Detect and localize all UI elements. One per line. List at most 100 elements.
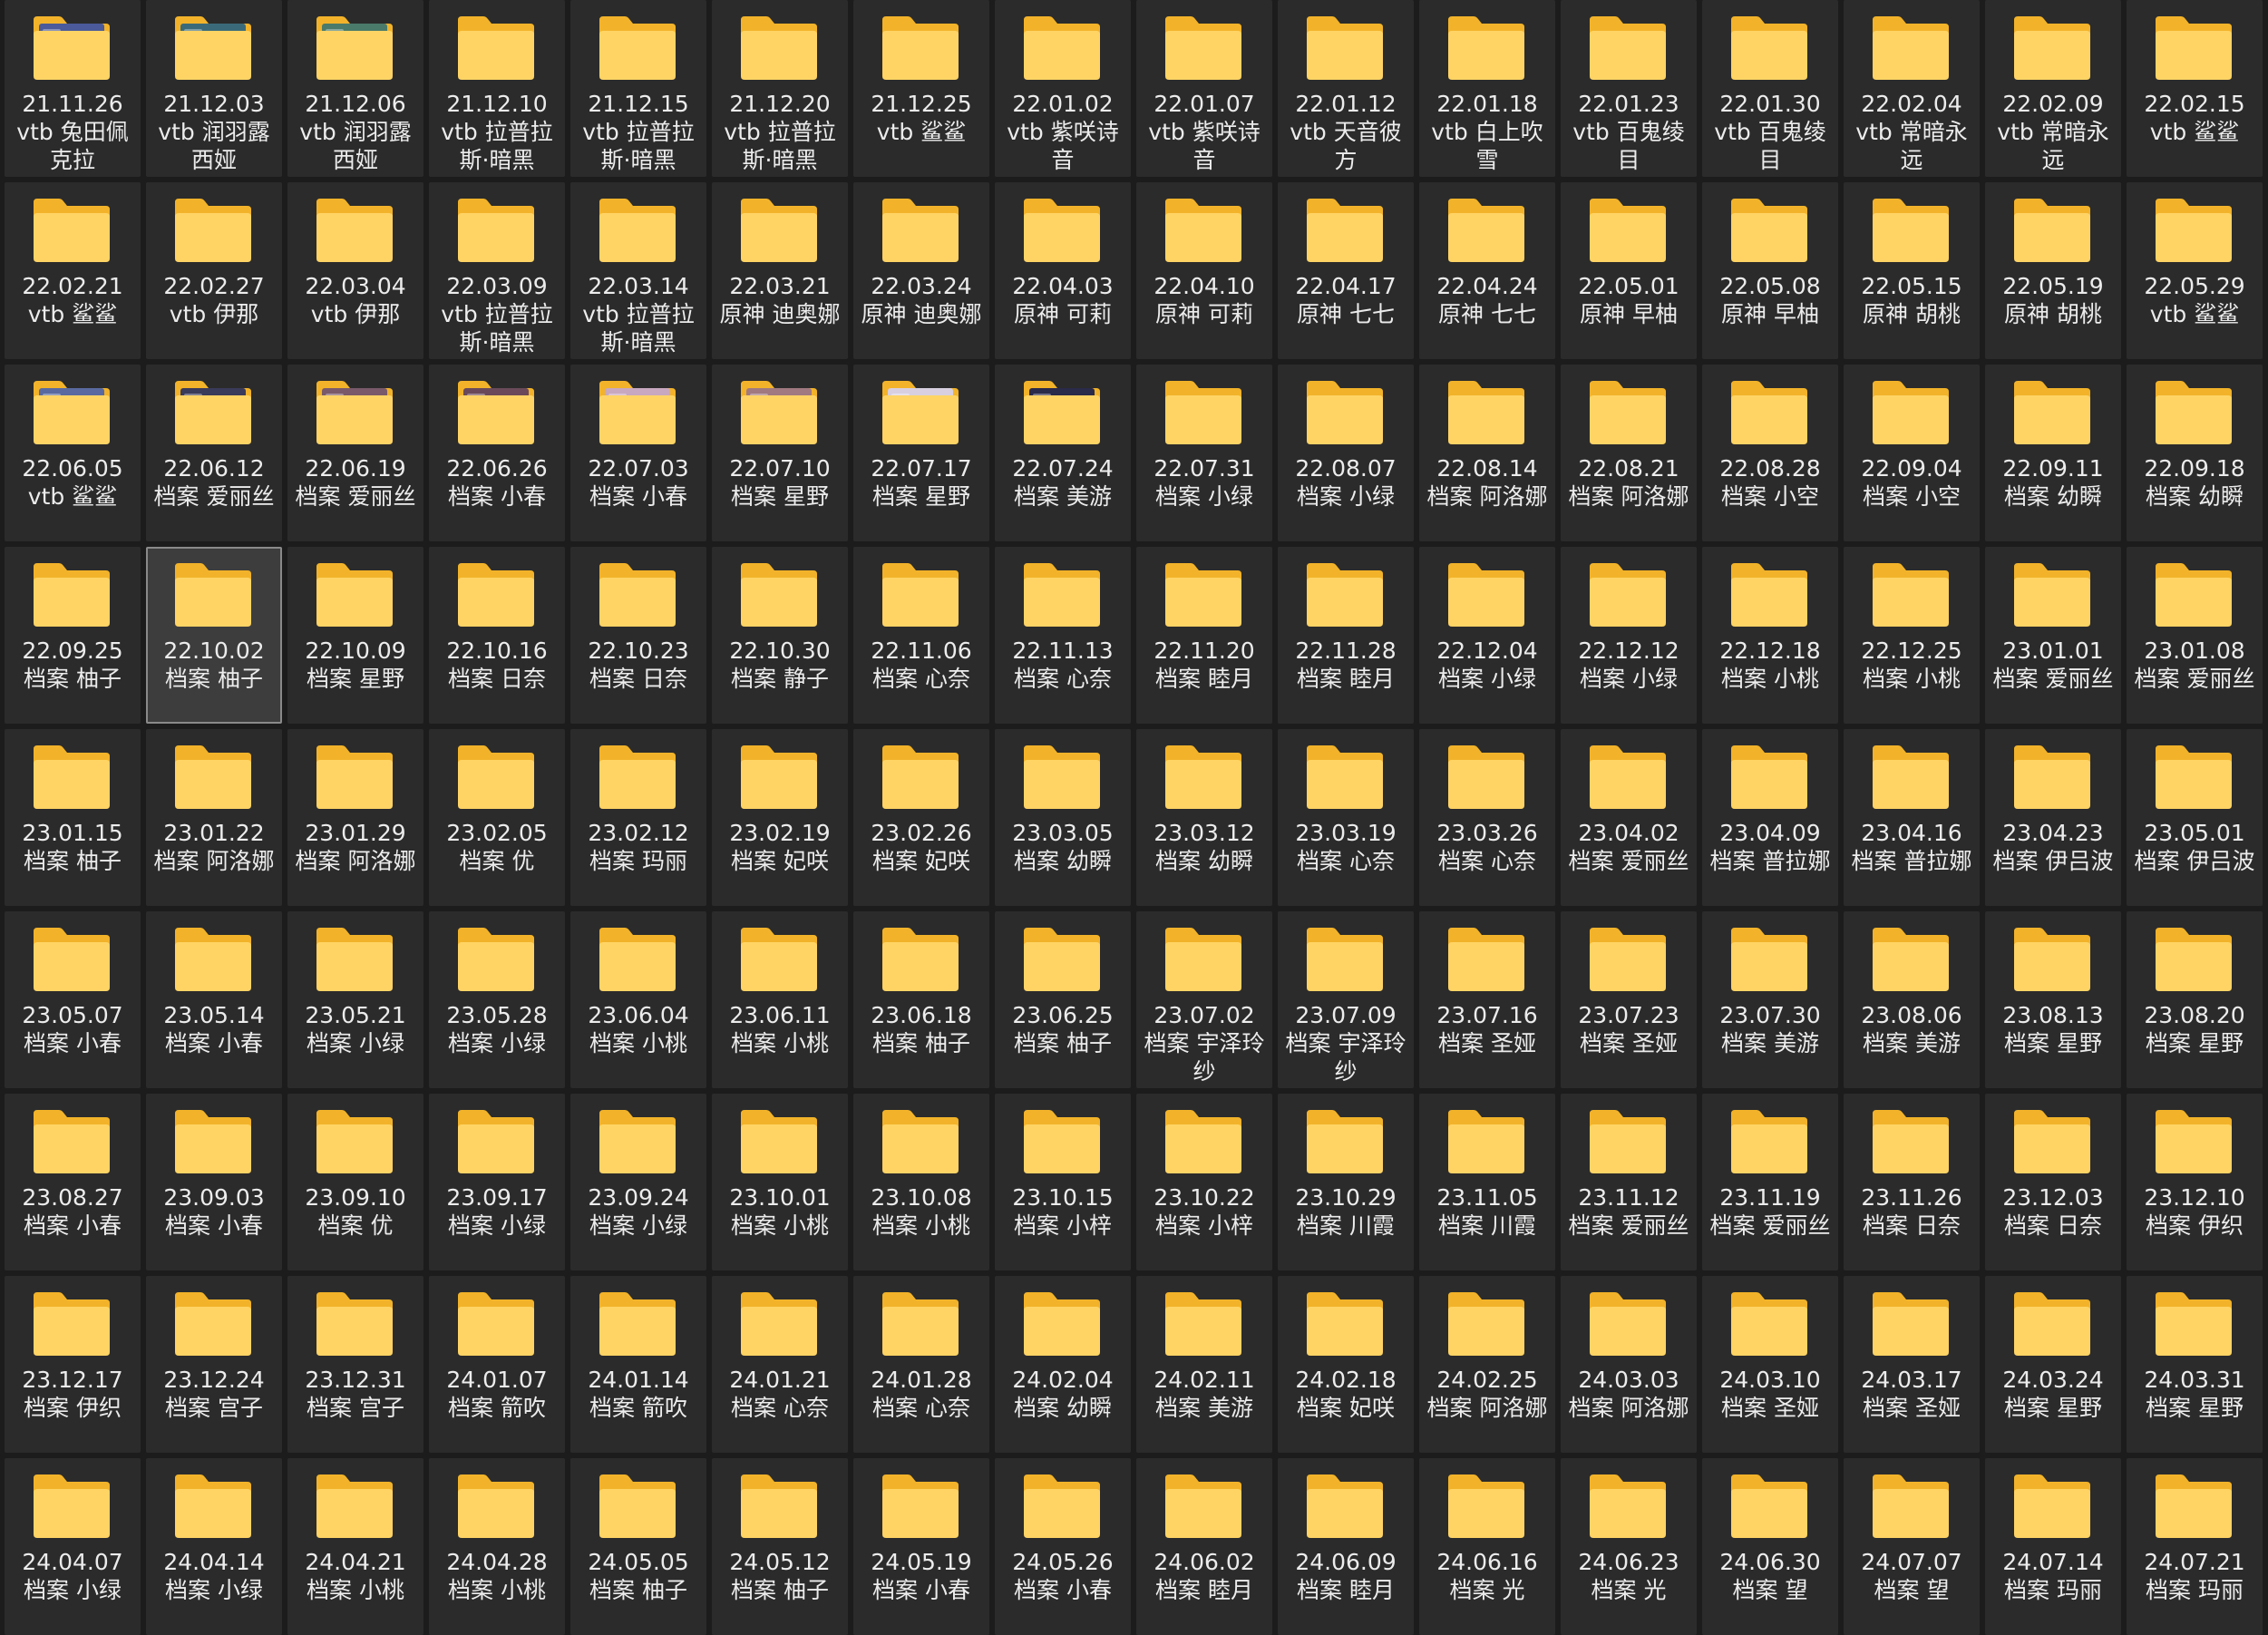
folder-item[interactable]: 23.06.11 档案 小桃 bbox=[712, 911, 848, 1088]
folder-item[interactable]: 24.02.25 档案 阿洛娜 bbox=[1419, 1276, 1555, 1453]
folder-item[interactable]: 23.01.29 档案 阿洛娜 bbox=[287, 729, 423, 906]
folder-item[interactable]: 24.04.28 档案 小桃 bbox=[429, 1458, 565, 1635]
folder-item[interactable]: 23.07.30 档案 美游 bbox=[1702, 911, 1838, 1088]
folder-item[interactable]: 23.10.01 档案 小桃 bbox=[712, 1094, 848, 1270]
folder-item[interactable]: 23.04.23 档案 伊吕波 bbox=[1985, 729, 2121, 906]
folder-item[interactable]: 24.03.03 档案 阿洛娜 bbox=[1561, 1276, 1697, 1453]
folder-item[interactable]: 23.07.23 档案 圣娅 bbox=[1561, 911, 1697, 1088]
folder-item[interactable]: 24.02.18 档案 妃咲 bbox=[1278, 1276, 1414, 1453]
folder-item[interactable]: 22.01.12 vtb 天音彼方 bbox=[1278, 0, 1414, 177]
folder-item[interactable]: 21.12.10 vtb 拉普拉斯·暗黑 bbox=[429, 0, 565, 177]
folder-item[interactable]: 22.02.27 vtb 伊那 bbox=[146, 182, 282, 359]
folder-item[interactable]: 24.02.04 档案 幼瞬 bbox=[995, 1276, 1131, 1453]
folder-item[interactable]: 23.04.09 档案 普拉娜 bbox=[1702, 729, 1838, 906]
folder-item[interactable]: 24.05.12 档案 柚子 bbox=[712, 1458, 848, 1635]
folder-item[interactable]: 22.11.28 档案 睦月 bbox=[1278, 547, 1414, 724]
folder-item[interactable]: 22.12.04 档案 小绿 bbox=[1419, 547, 1555, 724]
folder-item[interactable]: 23.01.08 档案 爱丽丝 bbox=[2127, 547, 2263, 724]
folder-item[interactable]: 23.02.05 档案 优 bbox=[429, 729, 565, 906]
folder-item[interactable]: 23.07.02 档案 宇泽玲纱 bbox=[1136, 911, 1272, 1088]
folder-item[interactable]: 23.03.19 档案 心奈 bbox=[1278, 729, 1414, 906]
folder-item[interactable]: 21.12.06 vtb 润羽露西娅 bbox=[287, 0, 423, 177]
folder-item[interactable]: 24.07.21 档案 玛丽 bbox=[2127, 1458, 2263, 1635]
folder-item[interactable]: 23.06.25 档案 柚子 bbox=[995, 911, 1131, 1088]
folder-item[interactable]: 23.04.16 档案 普拉娜 bbox=[1844, 729, 1980, 906]
folder-item[interactable]: 22.06.12 档案 爱丽丝 bbox=[146, 365, 282, 541]
folder-item[interactable]: 22.04.03 原神 可莉 bbox=[995, 182, 1131, 359]
folder-item[interactable]: 23.02.19 档案 妃咲 bbox=[712, 729, 848, 906]
folder-item[interactable]: 24.01.21 档案 心奈 bbox=[712, 1276, 848, 1453]
folder-item[interactable]: 23.09.03 档案 小春 bbox=[146, 1094, 282, 1270]
folder-item[interactable]: 22.02.09 vtb 常暗永远 bbox=[1985, 0, 2121, 177]
folder-item[interactable]: 23.01.01 档案 爱丽丝 bbox=[1985, 547, 2121, 724]
folder-item[interactable]: 22.08.21 档案 阿洛娜 bbox=[1561, 365, 1697, 541]
folder-item[interactable]: 23.09.10 档案 优 bbox=[287, 1094, 423, 1270]
folder-item[interactable]: 22.08.07 档案 小绿 bbox=[1278, 365, 1414, 541]
folder-item[interactable]: 24.06.23 档案 光 bbox=[1561, 1458, 1697, 1635]
folder-item[interactable]: 23.03.05 档案 幼瞬 bbox=[995, 729, 1131, 906]
folder-item[interactable]: 23.12.24 档案 宫子 bbox=[146, 1276, 282, 1453]
folder-item[interactable]: 23.11.19 档案 爱丽丝 bbox=[1702, 1094, 1838, 1270]
folder-item[interactable]: 22.03.14 vtb 拉普拉斯·暗黑 bbox=[570, 182, 706, 359]
folder-item[interactable]: 24.07.14 档案 玛丽 bbox=[1985, 1458, 2121, 1635]
folder-item[interactable]: 21.11.26 vtb 兔田佩克拉 bbox=[5, 0, 141, 177]
folder-item[interactable]: 22.09.11 档案 幼瞬 bbox=[1985, 365, 2121, 541]
folder-item[interactable]: 22.01.07 vtb 紫咲诗音 bbox=[1136, 0, 1272, 177]
folder-item[interactable]: 22.03.09 vtb 拉普拉斯·暗黑 bbox=[429, 182, 565, 359]
folder-item[interactable]: 22.11.20 档案 睦月 bbox=[1136, 547, 1272, 724]
folder-item[interactable]: 24.06.02 档案 睦月 bbox=[1136, 1458, 1272, 1635]
folder-item[interactable]: 23.06.18 档案 柚子 bbox=[853, 911, 989, 1088]
folder-item[interactable]: 22.07.24 档案 美游 bbox=[995, 365, 1131, 541]
folder-item[interactable]: 24.03.17 档案 圣娅 bbox=[1844, 1276, 1980, 1453]
folder-item[interactable]: 24.01.07 档案 箭吹 bbox=[429, 1276, 565, 1453]
folder-item[interactable]: 23.02.26 档案 妃咲 bbox=[853, 729, 989, 906]
folder-item[interactable]: 22.07.03 档案 小春 bbox=[570, 365, 706, 541]
folder-item[interactable]: 22.05.19 原神 胡桃 bbox=[1985, 182, 2121, 359]
folder-item[interactable]: 22.06.26 档案 小春 bbox=[429, 365, 565, 541]
folder-item[interactable]: 23.05.07 档案 小春 bbox=[5, 911, 141, 1088]
folder-item[interactable]: 22.10.30 档案 静子 bbox=[712, 547, 848, 724]
folder-item[interactable]: 22.02.15 vtb 鲨鲨 bbox=[2127, 0, 2263, 177]
folder-item[interactable]: 21.12.20 vtb 拉普拉斯·暗黑 bbox=[712, 0, 848, 177]
folder-item[interactable]: 24.05.05 档案 柚子 bbox=[570, 1458, 706, 1635]
folder-item[interactable]: 23.05.21 档案 小绿 bbox=[287, 911, 423, 1088]
folder-item[interactable]: 22.09.25 档案 柚子 bbox=[5, 547, 141, 724]
folder-item[interactable]: 22.12.25 档案 小桃 bbox=[1844, 547, 1980, 724]
folder-item[interactable]: 22.01.02 vtb 紫咲诗音 bbox=[995, 0, 1131, 177]
folder-item[interactable]: 23.09.17 档案 小绿 bbox=[429, 1094, 565, 1270]
folder-item[interactable]: 22.07.17 档案 星野 bbox=[853, 365, 989, 541]
folder-item[interactable]: 22.10.02 档案 柚子 bbox=[146, 547, 282, 724]
folder-item[interactable]: 22.07.10 档案 星野 bbox=[712, 365, 848, 541]
folder-item[interactable]: 23.11.26 档案 日奈 bbox=[1844, 1094, 1980, 1270]
folder-item[interactable]: 23.01.15 档案 柚子 bbox=[5, 729, 141, 906]
folder-item[interactable]: 24.02.11 档案 美游 bbox=[1136, 1276, 1272, 1453]
folder-item[interactable]: 22.01.30 vtb 百鬼绫目 bbox=[1702, 0, 1838, 177]
folder-item[interactable]: 22.04.24 原神 七七 bbox=[1419, 182, 1555, 359]
folder-item[interactable]: 24.03.24 档案 星野 bbox=[1985, 1276, 2121, 1453]
folder-item[interactable]: 22.03.21 原神 迪奥娜 bbox=[712, 182, 848, 359]
folder-item[interactable]: 22.02.04 vtb 常暗永远 bbox=[1844, 0, 1980, 177]
folder-item[interactable]: 22.12.12 档案 小绿 bbox=[1561, 547, 1697, 724]
folder-item[interactable]: 23.03.12 档案 幼瞬 bbox=[1136, 729, 1272, 906]
folder-item[interactable]: 23.04.02 档案 爱丽丝 bbox=[1561, 729, 1697, 906]
folder-item[interactable]: 23.11.12 档案 爱丽丝 bbox=[1561, 1094, 1697, 1270]
folder-item[interactable]: 23.07.16 档案 圣娅 bbox=[1419, 911, 1555, 1088]
folder-item[interactable]: 21.12.03 vtb 润羽露西娅 bbox=[146, 0, 282, 177]
folder-item[interactable]: 22.05.01 原神 早柚 bbox=[1561, 182, 1697, 359]
folder-item[interactable]: 22.10.09 档案 星野 bbox=[287, 547, 423, 724]
folder-item[interactable]: 22.01.23 vtb 百鬼绫目 bbox=[1561, 0, 1697, 177]
folder-item[interactable]: 23.07.09 档案 宇泽玲纱 bbox=[1278, 911, 1414, 1088]
folder-item[interactable]: 22.06.19 档案 爱丽丝 bbox=[287, 365, 423, 541]
folder-item[interactable]: 24.04.07 档案 小绿 bbox=[5, 1458, 141, 1635]
folder-item[interactable]: 23.05.01 档案 伊吕波 bbox=[2127, 729, 2263, 906]
folder-item[interactable]: 22.03.24 原神 迪奥娜 bbox=[853, 182, 989, 359]
folder-item[interactable]: 22.06.05 vtb 鲨鲨 bbox=[5, 365, 141, 541]
folder-item[interactable]: 23.12.17 档案 伊织 bbox=[5, 1276, 141, 1453]
folder-item[interactable]: 22.09.18 档案 幼瞬 bbox=[2127, 365, 2263, 541]
folder-item[interactable]: 22.05.29 vtb 鲨鲨 bbox=[2127, 182, 2263, 359]
folder-item[interactable]: 22.04.10 原神 可莉 bbox=[1136, 182, 1272, 359]
folder-item[interactable]: 23.08.27 档案 小春 bbox=[5, 1094, 141, 1270]
folder-item[interactable]: 23.12.31 档案 宫子 bbox=[287, 1276, 423, 1453]
folder-item[interactable]: 23.01.22 档案 阿洛娜 bbox=[146, 729, 282, 906]
folder-item[interactable]: 24.06.16 档案 光 bbox=[1419, 1458, 1555, 1635]
